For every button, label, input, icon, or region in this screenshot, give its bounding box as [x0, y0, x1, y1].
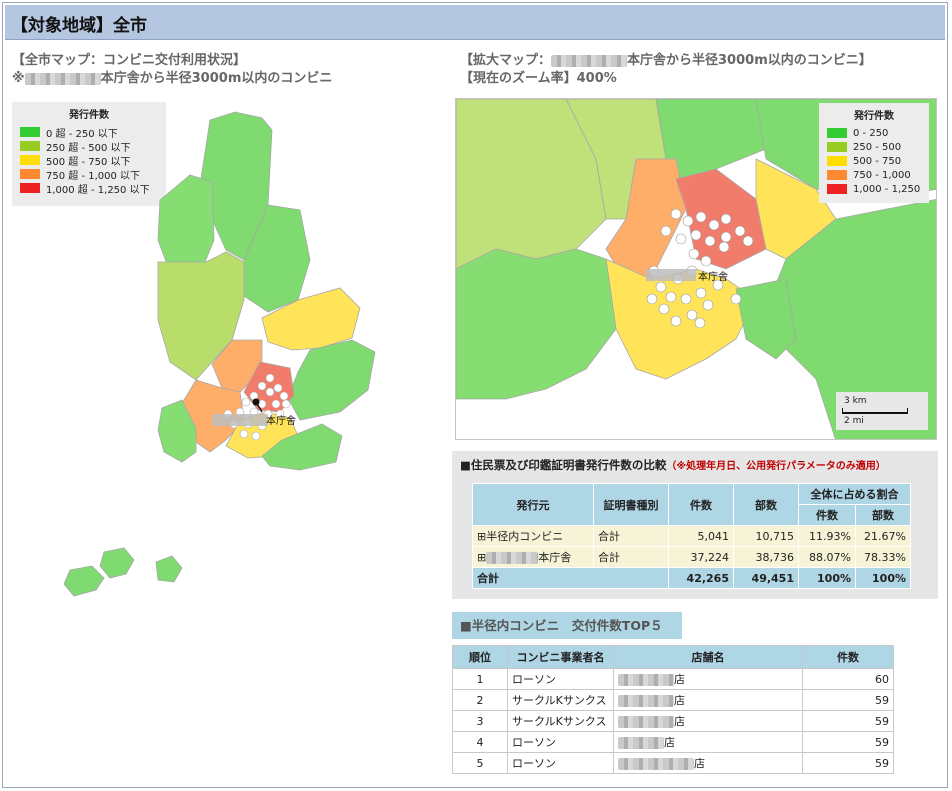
table-row: 1 ローソン 店 60 [452, 668, 894, 690]
redacted-store-name [618, 695, 674, 707]
legend-title: 発行件数 [854, 111, 894, 122]
redacted-store-name [618, 716, 674, 728]
scale-km-label: 3 km [844, 396, 867, 406]
zoom-map-legend: 発行件数 0 - 250 250 - 500 500 - 750 750 - 1… [819, 103, 929, 203]
legend-item: 250 - 500 [827, 140, 929, 154]
legend-item: 1,000 - 1,250 [827, 182, 929, 196]
col-store: 店舗名 [613, 645, 803, 669]
col-share: 全体に占める割合 [798, 483, 911, 505]
expand-icon[interactable]: ⊞ [477, 551, 486, 564]
table-row: ⊞半径内コンビニ 合計 5,041 10,715 11.93% 21.67% [472, 525, 911, 547]
district-region[interactable] [287, 339, 376, 421]
expand-icon[interactable]: ⊞ [477, 530, 486, 543]
legend-item: 500 - 750 [827, 154, 929, 168]
redacted-store-name [618, 758, 694, 770]
total-row: 合計 42,265 49,451 100% 100% [472, 567, 911, 589]
table-row: 3 サークルKサンクス 店 59 [452, 710, 894, 732]
col-operator: コンビニ事業者名 [507, 645, 614, 669]
island-region[interactable] [155, 555, 183, 583]
zoom-map[interactable]: 本庁舎 発行件数 0 - 250 250 - 500 500 - 750 750… [455, 98, 937, 440]
district-region[interactable] [157, 174, 215, 273]
legend-swatch [827, 170, 847, 180]
col-cert-type: 証明書種別 [593, 483, 669, 526]
col-share-count: 件数 [798, 504, 856, 526]
legend-swatch [827, 184, 847, 194]
city-map[interactable]: 本庁舎 [0, 0, 450, 791]
col-count: 件数 [668, 483, 734, 526]
scale-bar [842, 408, 908, 414]
redacted-store-name [618, 737, 664, 749]
issuer-cell[interactable]: ⊞ 本庁舎 [472, 546, 594, 568]
zoom-map-title-line2: 【現在のズーム率】400% [460, 71, 617, 86]
table-row: ⊞ 本庁舎 合計 37,224 38,736 88.07% 78.33% [472, 546, 911, 568]
col-issuer: 発行元 [472, 483, 594, 526]
city-hall-label: 本庁舎 [266, 414, 296, 427]
col-share-copies: 部数 [855, 504, 911, 526]
comparison-title: ■住民票及び印鑑証明書発行件数の比較（※処理年月日、公用発行パラメータのみ適用） [460, 458, 886, 472]
col-copies: 部数 [733, 483, 799, 526]
redacted-city-name [646, 269, 696, 281]
legend-item: 0 - 250 [827, 126, 929, 140]
zoom-map-title-line1: 【拡大マップ： 本庁舎から半径3000m以内のコンビニ】 [460, 53, 872, 68]
table-row: 4 ローソン 店 59 [452, 731, 894, 753]
zoom-city-hall-label: 本庁舎 [698, 270, 728, 283]
scale-mi-label: 2 mi [844, 416, 864, 426]
col-count: 件数 [802, 645, 894, 669]
zoom-map-title: 【拡大マップ： 本庁舎から半径3000m以内のコンビニ】 【現在のズーム率】400… [460, 52, 872, 88]
island-region[interactable] [99, 547, 135, 579]
redacted-store-name [618, 674, 674, 686]
redacted-city-name [551, 54, 628, 67]
top5-table: 順位 コンビニ事業者名 店舗名 件数 1 ローソン 店 60 2 サークルKサン… [452, 645, 894, 774]
redacted-city-name [212, 414, 268, 426]
map-scale: 3 km 2 mi [836, 392, 928, 430]
col-rank: 順位 [452, 645, 508, 669]
legend-item: 750 - 1,000 [827, 168, 929, 182]
legend-swatch [827, 142, 847, 152]
table-row: 5 ローソン 店 59 [452, 752, 894, 774]
comparison-table: 発行元 証明書種別 件数 部数 全体に占める割合 件数 部数 ⊞半径内コンビニ … [472, 483, 911, 589]
legend-swatch [827, 128, 847, 138]
issuer-cell[interactable]: ⊞半径内コンビニ [472, 525, 594, 547]
island-region[interactable] [63, 565, 105, 597]
comparison-panel: ■住民票及び印鑑証明書発行件数の比較（※処理年月日、公用発行パラメータのみ適用）… [452, 451, 938, 599]
comparison-note: （※処理年月日、公用発行パラメータのみ適用） [666, 461, 886, 472]
redacted-city-name [486, 552, 539, 564]
legend-swatch [827, 156, 847, 166]
top5-title: ■半径内コンビニ 交付件数TOP５ [452, 612, 682, 639]
table-row: 2 サークルKサンクス 店 59 [452, 689, 894, 711]
